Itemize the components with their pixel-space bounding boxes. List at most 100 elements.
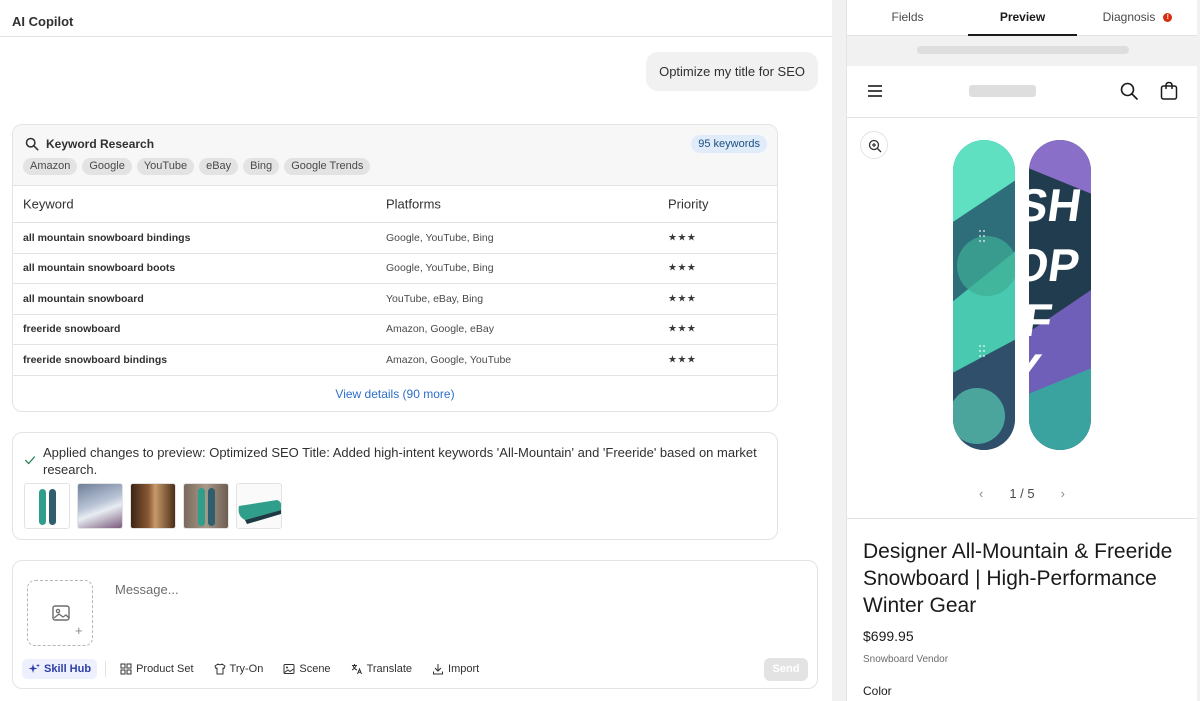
priority-stars: ★★★: [668, 354, 697, 366]
color-option-label: Color: [863, 684, 892, 698]
thumbnail-wood-room[interactable]: [130, 483, 176, 529]
table-row: all mountain snowboard bindings Google, …: [13, 223, 777, 254]
product-vendor: Snowboard Vendor: [863, 654, 949, 665]
preview-tabs: Fields Preview Diagnosis!: [847, 0, 1197, 36]
store-logo-placeholder: [969, 85, 1036, 97]
browser-url-bar: [847, 36, 1197, 66]
tab-preview[interactable]: Preview: [968, 0, 1077, 36]
platform-chip-google-trends: Google Trends: [284, 158, 371, 175]
thumbnail-board-closeup[interactable]: [236, 483, 282, 529]
try-on-button[interactable]: Try-On: [208, 659, 270, 679]
zoom-button[interactable]: [860, 131, 888, 159]
url-placeholder: [917, 46, 1129, 54]
composer-toolbar: Skill Hub Product Set Try-On Scene Trans…: [22, 659, 493, 679]
message-composer: + Skill Hub Product Set Try-On Scene: [12, 560, 818, 689]
tab-fields[interactable]: Fields: [847, 0, 968, 36]
thumbnail-rider-snow[interactable]: [77, 483, 123, 529]
copilot-header: AI Copilot: [0, 0, 832, 37]
app-title: AI Copilot: [12, 14, 74, 29]
platforms-cell: Google, YouTube, Bing: [386, 262, 494, 275]
platforms-cell: Google, YouTube, Bing: [386, 231, 494, 244]
translate-icon: [351, 664, 362, 675]
toolbar-divider: [105, 661, 107, 677]
import-label: Import: [448, 663, 480, 675]
product-price: $699.95: [863, 628, 914, 644]
copilot-pane: AI Copilot Optimize my title for SEO Key…: [0, 0, 832, 701]
column-header-keyword: Keyword: [23, 196, 74, 212]
alert-dot-icon: !: [1163, 13, 1173, 23]
thumbnail-boards-wall[interactable]: [183, 483, 229, 529]
grid-icon: [120, 663, 132, 675]
preview-pane: Fields Preview Diagnosis! SH OP IF Y ‹ 1…: [846, 0, 1197, 701]
priority-stars: ★★★: [668, 323, 697, 335]
image-upload-button[interactable]: +: [27, 580, 93, 646]
search-icon: [25, 137, 39, 151]
skill-hub-button[interactable]: Skill Hub: [22, 659, 98, 679]
snowboard-product-image: SH OP IF Y: [953, 140, 1091, 450]
cart-bag-icon[interactable]: [1160, 81, 1178, 100]
keyword-count-badge: 95 keywords: [691, 135, 767, 153]
column-header-platforms: Platforms: [386, 196, 441, 212]
platform-chip-youtube: YouTube: [136, 158, 195, 175]
product-title: Designer All-Mountain & Freeride Snowboa…: [863, 540, 1173, 617]
thumbnail-strip: [24, 483, 282, 529]
product-set-button[interactable]: Product Set: [114, 659, 199, 679]
send-button[interactable]: Send: [764, 658, 808, 681]
column-header-priority: Priority: [668, 196, 709, 212]
svg-text:OP: OP: [1009, 239, 1083, 291]
priority-stars: ★★★: [668, 293, 697, 305]
table-row: all mountain snowboard boots Google, You…: [13, 254, 777, 284]
keyword-cell: freeride snowboard: [23, 323, 121, 336]
message-input[interactable]: [115, 579, 795, 599]
keyword-cell: freeride snowboard bindings: [23, 353, 168, 366]
check-icon: [24, 456, 36, 465]
platform-chip-ebay: eBay: [199, 158, 239, 175]
image-icon: [283, 664, 295, 674]
keyword-cell: all mountain snowboard bindings: [23, 231, 191, 244]
keyword-cell: all mountain snowboard boots: [23, 262, 176, 275]
import-button[interactable]: Import: [426, 659, 485, 679]
try-on-label: Try-On: [229, 663, 264, 675]
scene-button[interactable]: Scene: [277, 659, 336, 679]
thumbnail-snowboard-pair[interactable]: [24, 483, 70, 529]
zoom-in-icon: [868, 139, 882, 153]
platforms-cell: Amazon, Google, YouTube: [386, 353, 512, 366]
keyword-research-title: Keyword Research: [46, 137, 155, 151]
svg-text:SH: SH: [1014, 179, 1085, 231]
translate-button[interactable]: Translate: [345, 659, 418, 679]
tab-diagnosis-label: Diagnosis: [1102, 10, 1156, 24]
sparkle-icon: [28, 663, 40, 673]
keyword-research-card: Keyword Research 95 keywords Amazon Goog…: [12, 124, 778, 412]
platform-chips: Amazon Google YouTube eBay Bing Google T…: [23, 158, 371, 175]
tab-diagnosis[interactable]: Diagnosis!: [1077, 0, 1198, 36]
chevron-right-icon[interactable]: ›: [1061, 486, 1065, 501]
platforms-cell: Amazon, Google, eBay: [386, 323, 494, 336]
keyword-cell: all mountain snowboard: [23, 292, 144, 305]
chevron-left-icon[interactable]: ‹: [979, 486, 983, 501]
translate-label: Translate: [366, 663, 413, 675]
platforms-cell: YouTube, eBay, Bing: [386, 292, 484, 305]
user-message-bubble: Optimize my title for SEO: [646, 52, 818, 91]
table-header-row: Keyword Platforms Priority: [13, 186, 777, 223]
table-row: all mountain snowboard YouTube, eBay, Bi…: [13, 284, 777, 315]
platform-chip-google: Google: [82, 158, 132, 175]
image-pager: ‹ 1 / 5 ›: [847, 486, 1197, 501]
platform-chip-bing: Bing: [243, 158, 280, 175]
keyword-table: Keyword Platforms Priority all mountain …: [13, 186, 777, 376]
applied-changes-card: Applied changes to preview: Optimized SE…: [12, 432, 778, 540]
table-row: freeride snowboard bindings Amazon, Goog…: [13, 345, 777, 376]
table-row: freeride snowboard Amazon, Google, eBay …: [13, 315, 777, 345]
search-icon[interactable]: [1120, 82, 1138, 100]
image-icon: [52, 605, 70, 621]
hamburger-menu-icon[interactable]: [867, 84, 883, 98]
import-icon: [433, 664, 444, 675]
storefront-header: [847, 66, 1197, 118]
view-details-link[interactable]: View details (90 more): [13, 387, 777, 401]
scene-label: Scene: [299, 663, 331, 675]
skill-hub-label: Skill Hub: [44, 663, 92, 675]
shirt-icon: [214, 663, 226, 675]
pager-count: 1 / 5: [1009, 486, 1035, 501]
plus-icon: +: [75, 623, 83, 638]
product-set-label: Product Set: [136, 663, 194, 675]
priority-stars: ★★★: [668, 262, 697, 274]
